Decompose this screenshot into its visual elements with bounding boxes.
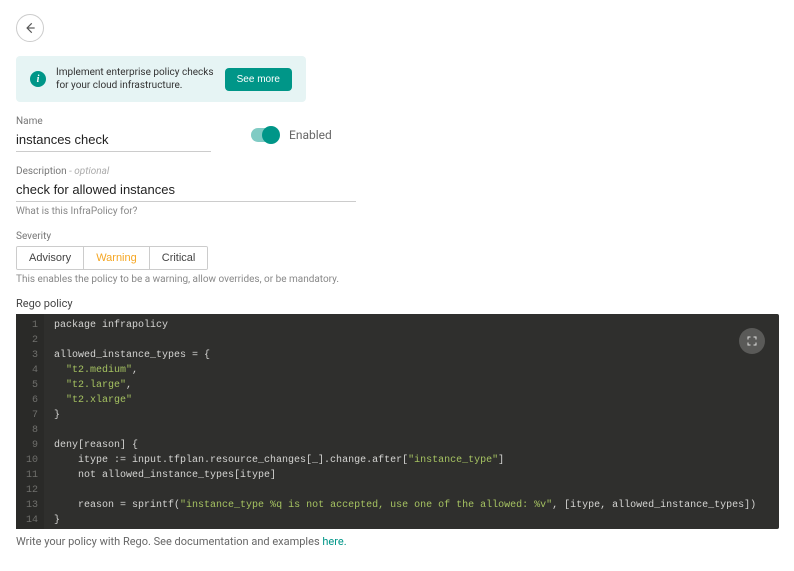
description-field: Description - optional What is this Infr… [16,166,778,217]
description-label: Description - optional [16,166,778,177]
promo-banner: i Implement enterprise policy checks for… [16,56,306,102]
editor-gutter: 1234567891011121314 [16,314,44,529]
enabled-toggle[interactable] [251,128,279,142]
back-button[interactable] [16,14,44,42]
severity-section: Severity Advisory Warning Critical This … [16,231,778,285]
rego-editor[interactable]: 1234567891011121314 package infrapolicy … [16,314,779,529]
description-helper: What is this InfraPolicy for? [16,206,778,217]
description-input[interactable] [16,179,356,202]
severity-option-warning[interactable]: Warning [84,247,150,269]
severity-helper: This enables the policy to be a warning,… [16,274,778,285]
severity-option-advisory[interactable]: Advisory [17,247,84,269]
rego-label: Rego policy [16,297,778,310]
expand-icon [746,335,758,347]
enabled-toggle-group: Enabled [251,128,332,142]
editor-code[interactable]: package infrapolicy allowed_instance_typ… [44,314,766,529]
banner-text: Implement enterprise policy checks for y… [56,66,215,92]
name-label: Name [16,116,211,127]
docs-link[interactable]: here. [322,535,346,548]
expand-button[interactable] [739,328,765,354]
severity-segmented: Advisory Warning Critical [16,246,208,270]
rego-footer-help: Write your policy with Rego. See documen… [16,535,778,548]
enabled-label: Enabled [289,128,332,142]
severity-label: Severity [16,231,778,242]
info-icon: i [30,71,46,87]
arrow-left-icon [23,21,37,35]
name-field: Name [16,116,211,152]
see-more-button[interactable]: See more [225,68,292,91]
severity-option-critical[interactable]: Critical [150,247,208,269]
name-input[interactable] [16,129,211,152]
